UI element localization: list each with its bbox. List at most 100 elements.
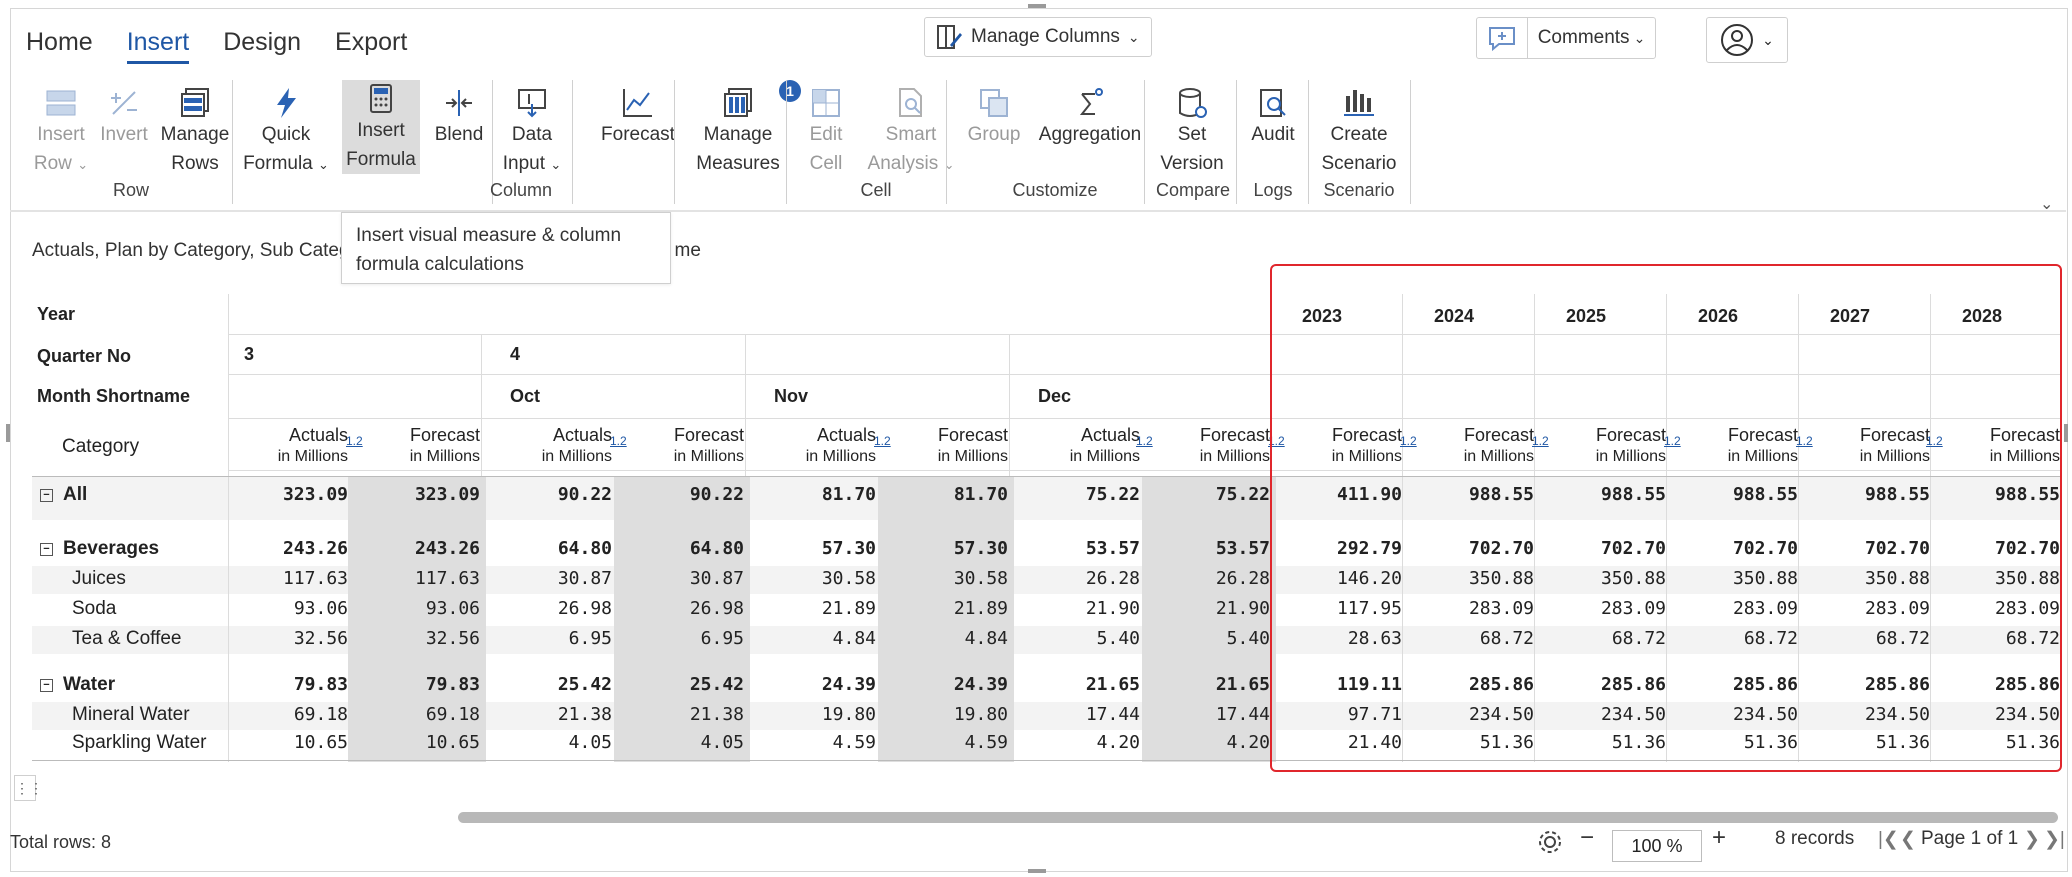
manage-rows-button[interactable]: Manage Rows: [154, 80, 236, 178]
collapse-toggle-icon[interactable]: −: [40, 489, 53, 502]
decimal-format-icon[interactable]: 1.2: [1532, 434, 1549, 448]
zoom-input[interactable]: 100 %: [1612, 830, 1702, 862]
forecast-measure-header[interactable]: Forecast in Millions: [1810, 424, 1930, 468]
table-cell[interactable]: 79.83: [238, 674, 348, 695]
table-cell[interactable]: 30.58: [898, 568, 1008, 589]
table-cell[interactable]: 32.56: [370, 628, 480, 649]
table-cell[interactable]: 75.22: [1160, 484, 1270, 505]
add-comment-icon[interactable]: [1477, 18, 1528, 58]
table-cell[interactable]: 19.80: [766, 704, 876, 725]
decimal-format-icon[interactable]: 1.2: [1926, 434, 1943, 448]
table-cell[interactable]: 323.09: [238, 484, 348, 505]
decimal-format-icon[interactable]: 1.2: [1796, 434, 1813, 448]
table-cell[interactable]: 4.05: [634, 732, 744, 753]
forecast-measure-header[interactable]: Forecast in Millions: [624, 424, 744, 468]
table-cell[interactable]: 24.39: [766, 674, 876, 695]
table-cell[interactable]: 4.84: [898, 628, 1008, 649]
table-cell[interactable]: 53.57: [1160, 538, 1270, 559]
manage-measures-button[interactable]: 1 Manage Measures: [690, 80, 801, 178]
table-cell[interactable]: 81.70: [898, 484, 1008, 505]
table-cell[interactable]: 243.26: [238, 538, 348, 559]
table-cell[interactable]: 234.50: [1556, 704, 1666, 725]
table-cell[interactable]: 25.42: [502, 674, 612, 695]
zoom-out-button[interactable]: −: [1580, 824, 1594, 852]
horizontal-scrollbar[interactable]: [458, 812, 2058, 823]
table-cell[interactable]: 117.95: [1292, 598, 1402, 619]
forecast-button[interactable]: Forecast: [590, 80, 686, 149]
table-cell[interactable]: 30.87: [502, 568, 612, 589]
table-cell[interactable]: 285.86: [1950, 674, 2060, 695]
forecast-measure-header[interactable]: Forecast in Millions: [888, 424, 1008, 468]
next-page-icon[interactable]: ❯: [2024, 828, 2040, 851]
table-cell[interactable]: 68.72: [1688, 628, 1798, 649]
table-cell[interactable]: 21.89: [766, 598, 876, 619]
table-cell[interactable]: 146.20: [1292, 568, 1402, 589]
table-cell[interactable]: 283.09: [1820, 598, 1930, 619]
table-cell[interactable]: 702.70: [1556, 538, 1666, 559]
table-cell[interactable]: 97.71: [1292, 704, 1402, 725]
decimal-format-icon[interactable]: 1.2: [1664, 434, 1681, 448]
table-cell[interactable]: 68.72: [1556, 628, 1666, 649]
settings-gear-icon[interactable]: [1536, 828, 1564, 862]
table-cell[interactable]: 17.44: [1030, 704, 1140, 725]
insert-row-button[interactable]: Insert Row ⌄: [26, 80, 96, 179]
drag-handle-icon[interactable]: ⋮⋮: [14, 775, 43, 801]
table-cell[interactable]: 292.79: [1292, 538, 1402, 559]
decimal-format-icon[interactable]: 1.2: [874, 434, 891, 448]
group-button[interactable]: Group: [962, 80, 1026, 149]
actuals-measure-header[interactable]: Actuals in Millions: [492, 424, 612, 468]
create-scenario-button[interactable]: Create Scenario: [1316, 80, 1402, 178]
table-cell[interactable]: 283.09: [1424, 598, 1534, 619]
invert-button[interactable]: Invert: [96, 80, 152, 149]
table-cell[interactable]: 4.59: [766, 732, 876, 753]
table-cell[interactable]: 21.90: [1160, 598, 1270, 619]
table-cell[interactable]: 119.11: [1292, 674, 1402, 695]
table-cell[interactable]: 17.44: [1160, 704, 1270, 725]
table-cell[interactable]: 6.95: [502, 628, 612, 649]
decimal-format-icon[interactable]: 1.2: [1136, 434, 1153, 448]
table-cell[interactable]: 350.88: [1820, 568, 1930, 589]
table-cell[interactable]: 243.26: [370, 538, 480, 559]
table-cell[interactable]: 117.63: [238, 568, 348, 589]
forecast-measure-header[interactable]: Forecast in Millions: [1414, 424, 1534, 468]
table-cell[interactable]: 53.57: [1030, 538, 1140, 559]
table-cell[interactable]: 21.89: [898, 598, 1008, 619]
forecast-measure-header[interactable]: Forecast in Millions: [360, 424, 480, 468]
table-cell[interactable]: 19.80: [898, 704, 1008, 725]
table-cell[interactable]: 90.22: [502, 484, 612, 505]
forecast-measure-header[interactable]: Forecast in Millions: [1940, 424, 2060, 468]
table-cell[interactable]: 26.98: [502, 598, 612, 619]
table-cell[interactable]: 26.98: [634, 598, 744, 619]
table-cell[interactable]: 285.86: [1820, 674, 1930, 695]
blend-button[interactable]: Blend: [428, 80, 490, 149]
forecast-measure-header[interactable]: Forecast in Millions: [1546, 424, 1666, 468]
forecast-measure-header[interactable]: Forecast in Millions: [1150, 424, 1270, 468]
profile-menu-button[interactable]: ⌄: [1706, 17, 1788, 63]
table-cell[interactable]: 702.70: [1688, 538, 1798, 559]
actuals-measure-header[interactable]: Actuals in Millions: [1020, 424, 1140, 468]
collapse-ribbon-icon[interactable]: ⌄: [2040, 194, 2053, 214]
table-cell[interactable]: 5.40: [1160, 628, 1270, 649]
tab-home[interactable]: Home: [26, 28, 93, 64]
table-cell[interactable]: 64.80: [634, 538, 744, 559]
table-cell[interactable]: 234.50: [1820, 704, 1930, 725]
resize-handle-left[interactable]: [6, 424, 10, 442]
table-cell[interactable]: 51.36: [1820, 732, 1930, 753]
table-cell[interactable]: 285.86: [1688, 674, 1798, 695]
set-version-button[interactable]: Set Version: [1156, 80, 1228, 178]
edit-cell-button[interactable]: Edit Cell: [794, 80, 858, 178]
table-cell[interactable]: 28.63: [1292, 628, 1402, 649]
audit-button[interactable]: Audit: [1246, 80, 1300, 149]
table-cell[interactable]: 4.05: [502, 732, 612, 753]
table-cell[interactable]: 702.70: [1950, 538, 2060, 559]
table-cell[interactable]: 988.55: [1424, 484, 1534, 505]
table-cell[interactable]: 411.90: [1292, 484, 1402, 505]
table-cell[interactable]: 69.18: [238, 704, 348, 725]
tab-design[interactable]: Design: [223, 28, 301, 64]
table-cell[interactable]: 81.70: [766, 484, 876, 505]
resize-handle-bottom[interactable]: [1028, 869, 1046, 873]
table-cell[interactable]: 51.36: [1424, 732, 1534, 753]
table-cell[interactable]: 988.55: [1688, 484, 1798, 505]
table-cell[interactable]: 21.40: [1292, 732, 1402, 753]
table-cell[interactable]: 21.90: [1030, 598, 1140, 619]
